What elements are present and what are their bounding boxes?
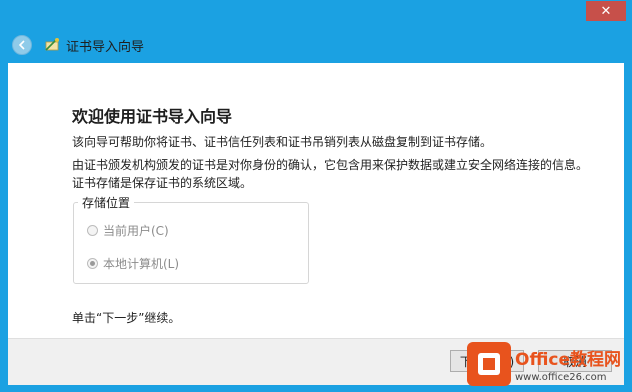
wizard-title: 证书导入向导 <box>66 40 145 55</box>
office-logo-shape <box>478 353 500 375</box>
watermark-title: Office教程网 <box>515 350 622 370</box>
radio-current-user[interactable]: 当前用户(C) <box>87 222 169 239</box>
office-logo-icon <box>467 342 511 386</box>
title-bar: ✕ <box>0 0 632 30</box>
watermark-url: www.office26.com <box>515 372 607 383</box>
continue-hint: 单击“下一步”继续。 <box>72 311 181 325</box>
watermark: Office教程网 www.office26.com <box>467 336 632 392</box>
store-location-label: 存储位置 <box>78 194 135 211</box>
back-button[interactable] <box>12 35 32 55</box>
radio-local-machine-indicator[interactable] <box>87 258 98 269</box>
description-paragraph-1: 该向导可帮助你将证书、证书信任列表和证书吊销列表从磁盘复制到证书存储。 <box>72 135 493 149</box>
back-arrow-icon <box>18 40 25 50</box>
page-heading: 欢迎使用证书导入向导 <box>72 107 233 126</box>
radio-current-user-indicator[interactable] <box>87 225 98 236</box>
watermark-text: Office教程网 www.office26.com <box>515 345 621 383</box>
close-icon: ✕ <box>600 3 612 19</box>
close-button[interactable]: ✕ <box>586 1 626 21</box>
wizard-nav-bar: 证书导入向导 <box>8 30 624 63</box>
radio-current-user-label: 当前用户(C) <box>103 224 169 238</box>
wizard-window: ✕ 证书导入向导 欢迎使用证书导入向导 该向导可帮助你将证书、证书信任列表和证书… <box>0 0 632 392</box>
wizard-content: 欢迎使用证书导入向导 该向导可帮助你将证书、证书信任列表和证书吊销列表从磁盘复制… <box>8 63 624 338</box>
certificate-wizard-icon <box>45 38 59 51</box>
description-paragraph-2: 由证书颁发机构颁发的证书是对你身份的确认，它包含用来保护数据或建立安全网络连接的… <box>72 158 589 190</box>
radio-local-machine-label: 本地计算机(L) <box>103 257 180 271</box>
radio-local-machine[interactable]: 本地计算机(L) <box>87 255 179 272</box>
